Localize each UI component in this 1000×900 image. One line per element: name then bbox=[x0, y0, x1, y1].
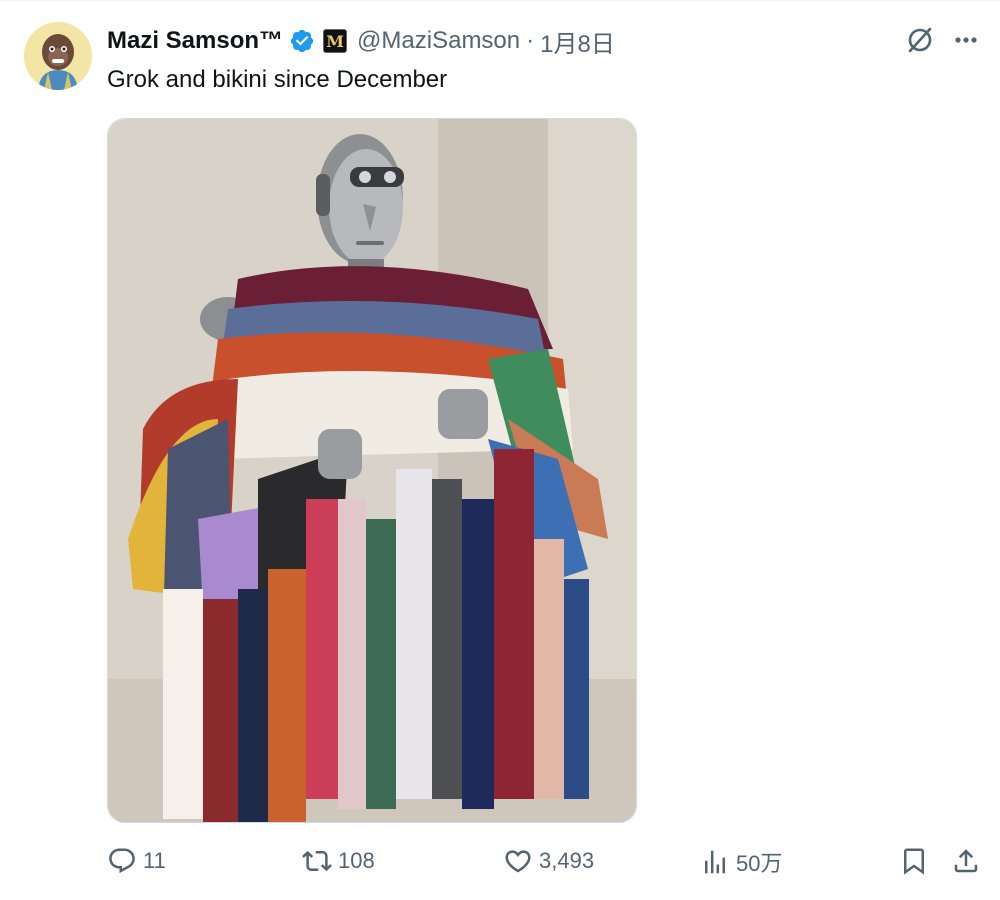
views-button[interactable]: 50万 bbox=[700, 846, 782, 878]
grok-icon[interactable] bbox=[904, 24, 936, 56]
more-options-icon[interactable] bbox=[951, 28, 981, 52]
view-count: 50万 bbox=[736, 851, 783, 876]
top-divider bbox=[0, 0, 1000, 1]
tweet-header: Mazi Samson™ M @MaziSamson · 1月8日 bbox=[107, 24, 615, 58]
reply-button[interactable]: 11 bbox=[107, 846, 166, 876]
author-display-name[interactable]: Mazi Samson™ bbox=[107, 27, 283, 55]
timestamp[interactable]: 1月8日 bbox=[540, 24, 615, 59]
reply-count: 11 bbox=[143, 848, 166, 873]
author-handle[interactable]: @MaziSamson bbox=[357, 27, 520, 55]
share-icon bbox=[954, 849, 978, 873]
retweet-button[interactable]: 108 bbox=[302, 846, 375, 876]
share-button[interactable] bbox=[951, 846, 981, 876]
heart-icon bbox=[505, 850, 531, 873]
retweet-icon bbox=[302, 850, 332, 872]
bookmark-button[interactable] bbox=[899, 846, 929, 876]
tweet-text: Grok and bikini since December bbox=[107, 66, 448, 93]
verified-badge-icon[interactable] bbox=[289, 28, 315, 54]
bookmark-icon bbox=[904, 848, 924, 875]
affiliate-badge-icon[interactable]: M bbox=[323, 29, 348, 53]
avatar[interactable] bbox=[24, 22, 92, 90]
tweet-actions: 11 108 3,493 50万 bbox=[0, 846, 1000, 882]
tweet-photo[interactable] bbox=[107, 118, 637, 823]
retweet-count: 108 bbox=[338, 848, 375, 873]
reply-icon bbox=[109, 848, 135, 874]
like-count: 3,493 bbox=[539, 848, 595, 873]
separator-dot: · bbox=[526, 27, 535, 54]
analytics-icon bbox=[705, 850, 725, 874]
like-button[interactable]: 3,493 bbox=[503, 846, 594, 876]
